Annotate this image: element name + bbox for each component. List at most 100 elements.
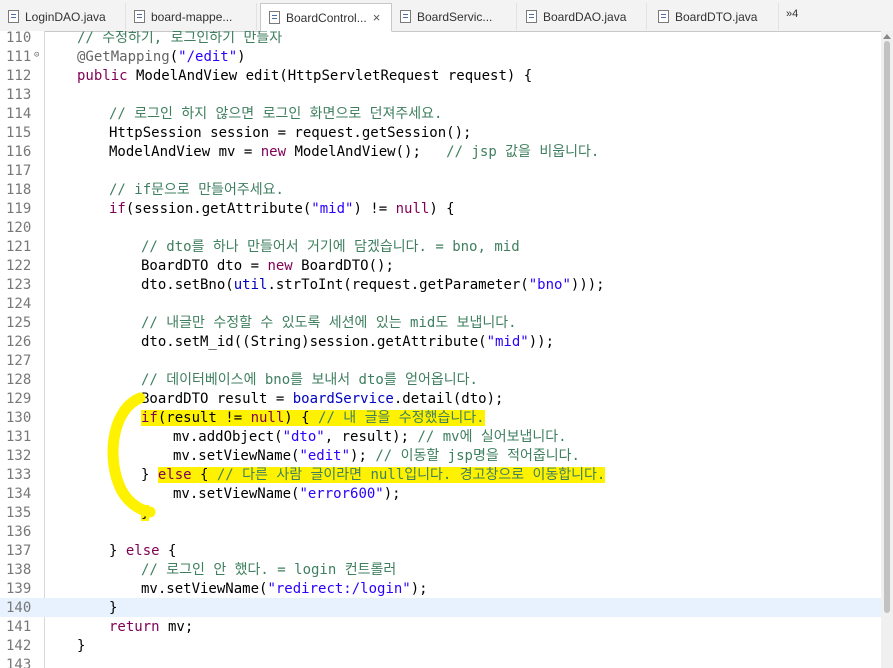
code-line[interactable]: 125 // 내글만 수정할 수 있도록 세션에 있는 mid도 보냅니다.: [0, 313, 881, 332]
code-line[interactable]: 142}: [0, 636, 881, 655]
code-line[interactable]: 113: [0, 85, 881, 104]
code-token: "bno": [528, 277, 571, 293]
line-number: 121: [6, 239, 32, 255]
code-token: // 이동할 jsp명을 적어줍니다.: [375, 448, 580, 464]
code-line[interactable]: 122 BoardDTO dto = new BoardDTO();: [0, 256, 881, 275]
line-number: 124: [6, 296, 32, 312]
tab-board-mapper[interactable]: board-mappe...: [126, 3, 257, 30]
code-line[interactable]: 127: [0, 351, 881, 370]
code-token: // jsp 값을 비웁니다.: [446, 144, 600, 160]
tab-logindao[interactable]: LoginDAO.java: [0, 3, 126, 30]
code-token: if: [141, 410, 158, 426]
code-line[interactable]: 138 // 로그인 안 했다. = login 컨트롤러: [0, 560, 881, 579]
tab-boardcontroller[interactable]: BoardControl... ×: [260, 3, 392, 32]
code-token: .detail(dto);: [393, 391, 504, 407]
line-number: 137: [6, 543, 32, 559]
code-token: // 내글만 수정할 수 있도록 세션에 있는 mid도 보냅니다.: [141, 315, 517, 331]
code-line[interactable]: 121 // dto를 하나 만들어서 거기에 담겠습니다. = bno, mid: [0, 237, 881, 256]
code-line[interactable]: 123 dto.setBno(util.strToInt(request.getP…: [0, 275, 881, 294]
code-line[interactable]: 137 } else {: [0, 541, 881, 560]
code-token: mv;: [159, 619, 194, 635]
code-line[interactable]: 120: [0, 218, 881, 237]
code-line[interactable]: 126 dto.setM_id((String)session.getAttrib…: [0, 332, 881, 351]
code-token: // 로그인 안 했다. = login 컨트롤러: [141, 562, 397, 578]
code-line[interactable]: 131 mv.addObject("dto", result); // mv에 실…: [0, 427, 881, 446]
scroll-up-arrow-icon[interactable]: [883, 34, 891, 39]
tab-boarddto[interactable]: BoardDTO.java: [650, 3, 779, 30]
vertical-scrollbar[interactable]: [881, 31, 893, 668]
code-line[interactable]: 136: [0, 522, 881, 541]
code-line[interactable]: 124: [0, 294, 881, 313]
xml-file-icon: [134, 10, 145, 23]
code-token: mv.addObject(: [173, 429, 283, 445]
code-line[interactable]: 111 ⊝ @GetMapping("/edit"): [0, 47, 881, 66]
code-token: util: [233, 277, 268, 293]
line-number: 112: [6, 68, 32, 84]
tab-label: BoardDTO.java: [675, 9, 758, 24]
line-number: 143: [6, 657, 32, 668]
line-number: 131: [6, 429, 32, 445]
code-line[interactable]: 129 BoardDTO result = boardService.detail…: [0, 389, 881, 408]
code-line[interactable]: 140}: [0, 598, 881, 617]
code-line[interactable]: 128 // 데이터베이스에 bno를 보내서 dto를 얻어옵니다.: [0, 370, 881, 389]
code-line[interactable]: 134 mv.setViewName("error600");: [0, 484, 881, 503]
tab-boardservice[interactable]: BoardServic...: [392, 3, 517, 30]
fold-collapse-icon[interactable]: ⊝: [34, 50, 39, 60]
code-line[interactable]: 141 return mv;: [0, 617, 881, 636]
code-token: ) {: [284, 410, 319, 426]
code-token: );: [383, 486, 401, 502]
line-number: 110: [6, 31, 32, 46]
code-token: }: [109, 543, 126, 559]
code-text: if(result != null) { // 내 글을 수정했습니다.: [141, 409, 485, 427]
code-token: (session.getAttribute(: [125, 201, 312, 217]
code-text: return mv;: [109, 618, 193, 636]
code-line[interactable]: 110 // 수정하기, 로그인하기 만들자: [0, 31, 881, 47]
code-line[interactable]: 119 if(session.getAttribute("mid") != nul…: [0, 199, 881, 218]
line-number: 140: [6, 600, 32, 616]
code-token: .strToInt(request.getParameter(: [267, 277, 529, 293]
code-token: }: [141, 467, 158, 483]
code-token: dto.setBno(: [141, 277, 234, 293]
code-text: mv.setViewName("edit"); // 이동할 jsp명을 적어줍…: [173, 447, 580, 465]
code-text: // 로그인 안 했다. = login 컨트롤러: [141, 561, 396, 579]
line-number: 113: [6, 87, 32, 103]
code-token: "/edit": [178, 49, 238, 65]
code-token: ): [237, 49, 246, 65]
code-line[interactable]: 143: [0, 655, 881, 668]
code-line[interactable]: 115 HttpSession session = request.getSess…: [0, 123, 881, 142]
close-icon[interactable]: ×: [373, 10, 381, 25]
code-line[interactable]: 139 mv.setViewName("redirect:/login");: [0, 579, 881, 598]
code-token: HttpSession session = request.getSession…: [109, 125, 472, 141]
code-editor[interactable]: 110 // 수정하기, 로그인하기 만들자 111 ⊝ @GetMapping("/e…: [0, 31, 881, 668]
line-number: 136: [6, 524, 32, 540]
code-token: mv.setViewName(: [141, 581, 268, 597]
code-line[interactable]: 132 mv.setViewName("edit"); // 이동할 jsp명을 …: [0, 446, 881, 465]
code-text: } else {: [109, 542, 176, 560]
code-text: if(session.getAttribute("mid") != null) …: [109, 200, 455, 218]
code-line[interactable]: 130 if(result != null) { // 내 글을 수정했습니다.: [0, 408, 881, 427]
code-token: // 내 글을 수정했습니다.: [318, 410, 485, 426]
line-number: 126: [6, 334, 32, 350]
line-number: 138: [6, 562, 32, 578]
code-line[interactable]: 112 public ModelAndView edit(HttpServletR…: [0, 66, 881, 85]
code-line[interactable]: 114 // 로그인 하지 않으면 로그인 화면으로 던져주세요.: [0, 104, 881, 123]
line-number: 130: [6, 410, 32, 426]
tab-overflow-button[interactable]: »4: [786, 8, 798, 20]
line-number: 142: [6, 638, 32, 654]
code-token: public: [77, 68, 128, 84]
line-number: 123: [6, 277, 32, 293]
code-token: new: [260, 144, 287, 160]
code-line[interactable]: 135}: [0, 503, 881, 522]
code-line[interactable]: 133} else { // 다른 사람 글이라면 null입니다. 경고창으로…: [0, 465, 881, 484]
code-text: // if문으로 만들어주세요.: [109, 181, 284, 199]
code-line[interactable]: 117: [0, 161, 881, 180]
code-text: // 수정하기, 로그인하기 만들자: [77, 31, 282, 47]
scrollbar-thumb[interactable]: [884, 41, 890, 613]
code-token: {: [191, 467, 217, 483]
code-text: // 로그인 하지 않으면 로그인 화면으로 던져주세요.: [109, 105, 442, 123]
code-token: // 데이터베이스에 bno를 보내서 dto를 얻어옵니다.: [141, 372, 478, 388]
code-token: null: [395, 201, 430, 217]
code-line[interactable]: 118 // if문으로 만들어주세요.: [0, 180, 881, 199]
tab-boarddao[interactable]: BoardDAO.java: [518, 3, 647, 30]
code-line[interactable]: 116 ModelAndView mv = new ModelAndView();…: [0, 142, 881, 161]
